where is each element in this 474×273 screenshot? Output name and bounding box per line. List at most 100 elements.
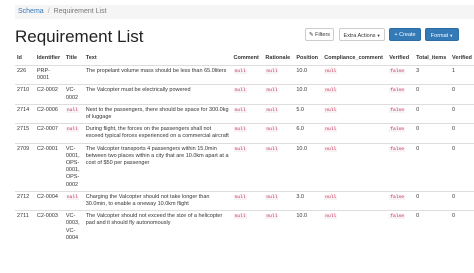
cell-rationale: null: [263, 123, 295, 144]
column-header-rationale[interactable]: Rationale: [263, 51, 295, 66]
table-header-row: Id Identifier Title Text Comment Rationa…: [15, 51, 474, 66]
cell-verified-items: 0: [450, 103, 474, 124]
column-header-comment[interactable]: Comment: [231, 51, 264, 66]
cell-rationale: null: [263, 142, 295, 192]
table-row[interactable]: 2711 C2-0003 VC-0003, VC-0004 The Valcop…: [15, 210, 474, 245]
column-header-identifier[interactable]: Identifier: [34, 51, 64, 66]
column-header-title[interactable]: Title: [63, 51, 84, 66]
cell-verified: false: [387, 210, 415, 245]
null-value: null: [324, 127, 338, 133]
cell-id: 2714: [15, 103, 35, 124]
cell-verified: false: [387, 123, 415, 144]
extra-actions-button[interactable]: Extra Actions▼: [339, 28, 385, 41]
page: Schema / Requirement List Requirement List…: [0, 0, 474, 273]
cell-total-items: 0: [414, 103, 451, 124]
null-value: null: [233, 214, 247, 220]
cell-comment: null: [231, 210, 264, 245]
boolean-value: false: [389, 107, 405, 113]
column-header-position[interactable]: Position: [294, 51, 323, 66]
null-value: null: [265, 107, 279, 113]
filter-icon: ✎: [308, 32, 314, 38]
cell-text: The Valcopter should not exceed the size…: [83, 210, 232, 245]
table-row[interactable]: 2714 C2-0006 null Next to the passengers…: [15, 103, 474, 124]
filters-button-label: Filters: [315, 32, 331, 38]
cell-position: 10.0: [294, 84, 323, 105]
breadcrumb-separator: /: [47, 8, 50, 15]
null-value: null: [265, 214, 279, 220]
null-value: null: [265, 69, 279, 74]
column-header-verified[interactable]: Verified: [387, 51, 415, 66]
null-value: null: [324, 194, 338, 200]
cell-identifier: C2-0004: [34, 190, 64, 211]
boolean-value: false: [389, 214, 405, 220]
column-header-total-items[interactable]: Total_items: [414, 51, 451, 66]
cell-rationale: null: [263, 64, 295, 85]
cell-title: VC-0001, OPS-0001, OPS-0002: [63, 142, 84, 192]
table-row[interactable]: 2710 C2-0002 VC-0002 The Valcopter must …: [15, 84, 474, 105]
table-row[interactable]: 2709 C2-0001 VC-0001, OPS-0001, OPS-0002…: [15, 142, 474, 192]
table-row[interactable]: 2715 C2-0007 null During flight, the for…: [15, 123, 474, 144]
cell-title: null: [63, 123, 84, 144]
table-row[interactable]: 226 PRP-0001 The propelant volume mass s…: [15, 64, 474, 85]
extra-actions-button-label: Extra Actions: [343, 33, 376, 39]
null-value: null: [65, 107, 79, 113]
cell-compliance-comment: null: [322, 190, 388, 211]
column-header-id[interactable]: Id: [15, 51, 35, 66]
create-button-label: Create: [399, 32, 416, 38]
chevron-down-icon: ▼: [376, 33, 381, 38]
null-value: null: [233, 107, 247, 113]
cell-compliance-comment: null: [322, 210, 388, 245]
null-value: null: [65, 127, 79, 133]
cell-identifier: PRP-0001: [34, 64, 64, 85]
cell-compliance-comment: null: [322, 123, 388, 144]
cell-verified-items: 0: [450, 142, 474, 192]
table-row[interactable]: 2712 C2-0004 null Charging the Valcopter…: [15, 190, 474, 211]
boolean-value: false: [389, 194, 405, 200]
cell-title: null: [63, 103, 84, 124]
cell-title: [63, 64, 84, 85]
format-button-label: Format: [430, 33, 449, 39]
cell-text: The Valcopter transports 4 passengers wi…: [83, 142, 232, 192]
cell-compliance-comment: null: [322, 103, 388, 124]
cell-verified: false: [387, 64, 415, 85]
cell-position: 10.0: [294, 210, 323, 245]
null-value: null: [324, 107, 338, 113]
cell-rationale: null: [263, 103, 295, 124]
cell-position: 10.0: [294, 142, 323, 192]
cell-comment: null: [231, 190, 264, 211]
cell-total-items: 0: [414, 190, 451, 211]
null-value: null: [265, 127, 279, 133]
cell-id: 2709: [15, 142, 35, 192]
filters-button[interactable]: ✎ Filters: [305, 28, 334, 41]
cell-id: 2712: [15, 190, 35, 211]
null-value: null: [233, 69, 247, 74]
cell-text: Next to the passengers, there should be …: [83, 103, 232, 124]
column-header-text[interactable]: Text: [83, 51, 232, 66]
null-value: null: [324, 214, 338, 220]
cell-verified-items: 0: [450, 190, 474, 211]
cell-text: During flight, the forces on the passeng…: [83, 123, 232, 144]
column-header-compliance-comment[interactable]: Compliance_comment: [322, 51, 388, 66]
null-value: null: [233, 146, 247, 152]
cell-text: The propelant volume mass should be less…: [83, 64, 232, 85]
cell-id: 2711: [15, 210, 35, 245]
cell-identifier: C2-0001: [34, 142, 64, 192]
column-header-verified-2[interactable]: Verified: [450, 51, 474, 66]
cell-position: 10.0: [294, 64, 323, 85]
cell-verified-items: 0: [450, 210, 474, 245]
cell-total-items: 0: [414, 210, 451, 245]
null-value: null: [324, 146, 338, 152]
cell-identifier: C2-0007: [34, 123, 64, 144]
create-button[interactable]: + Create: [389, 28, 421, 41]
cell-text: Charging the Valcopter should not take l…: [83, 190, 232, 211]
page-title: Requirement List: [15, 27, 144, 46]
cell-identifier: C2-0002: [34, 84, 64, 105]
null-value: null: [233, 194, 247, 200]
cell-id: 2715: [15, 123, 35, 144]
breadcrumb-link-schema[interactable]: Schema: [18, 8, 44, 15]
cell-id: 2710: [15, 84, 35, 105]
cell-position: 5.0: [294, 103, 323, 124]
null-value: null: [324, 88, 338, 94]
cell-verified: false: [387, 103, 415, 124]
format-button[interactable]: Format▼: [425, 28, 459, 41]
